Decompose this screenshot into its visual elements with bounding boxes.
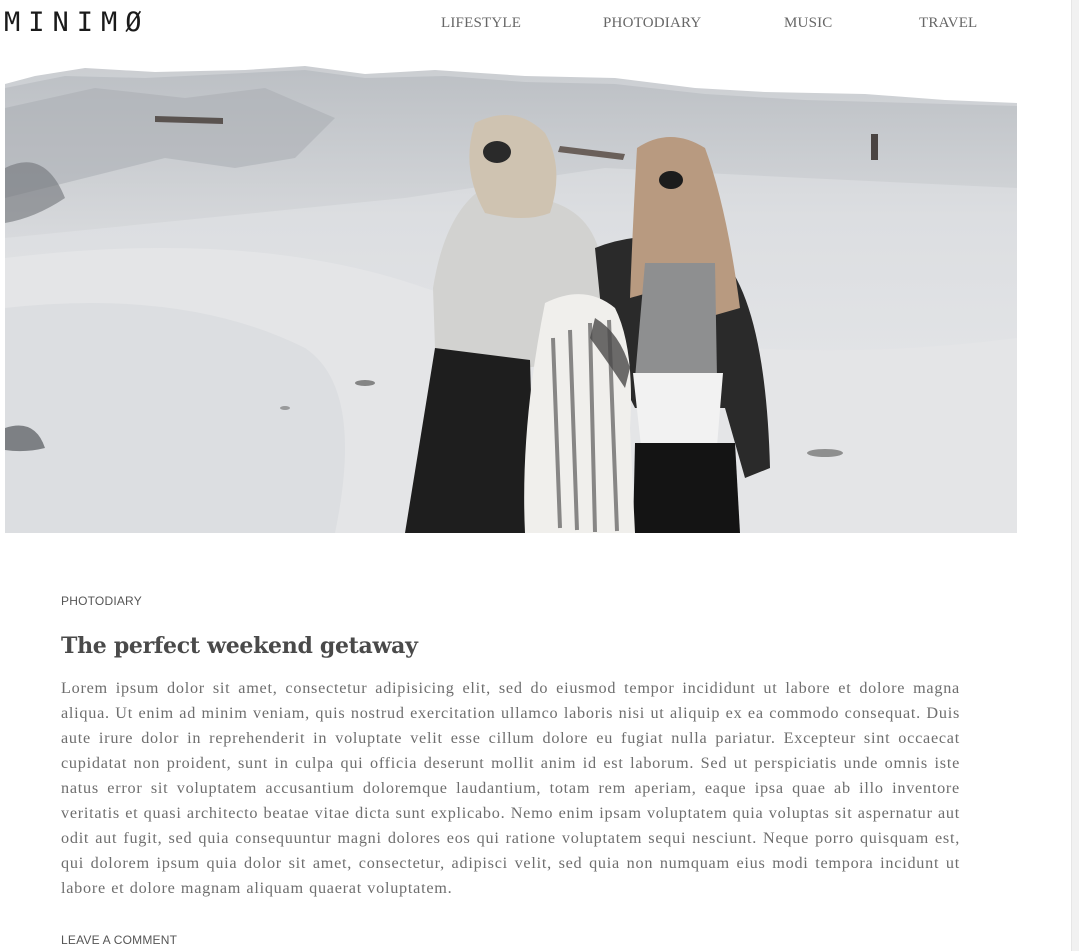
site-header: MINIMØ LIFESTYLE PHOTODIARY MUSIC TRAVEL — [0, 0, 1072, 48]
page-scrollbar[interactable] — [1071, 0, 1079, 951]
nav-item-travel[interactable]: TRAVEL — [919, 15, 977, 32]
post-category-link[interactable]: PHOTODIARY — [61, 594, 960, 610]
nav-item-photodiary[interactable]: PHOTODIARY — [603, 15, 701, 32]
post-title[interactable]: The perfect weekend getaway — [61, 632, 960, 660]
hero-image — [5, 48, 1017, 533]
post-body: Lorem ipsum dolor sit amet, consectetur … — [61, 679, 960, 897]
hero-photo — [5, 48, 1017, 533]
main-nav: LIFESTYLE PHOTODIARY MUSIC TRAVEL — [0, 15, 1072, 35]
nav-item-music[interactable]: MUSIC — [784, 15, 833, 32]
nav-item-lifestyle[interactable]: LIFESTYLE — [441, 15, 521, 32]
leave-comment-link[interactable]: LEAVE A COMMENT — [61, 933, 177, 947]
blog-post: PHOTODIARY The perfect weekend getaway L… — [61, 594, 960, 901]
